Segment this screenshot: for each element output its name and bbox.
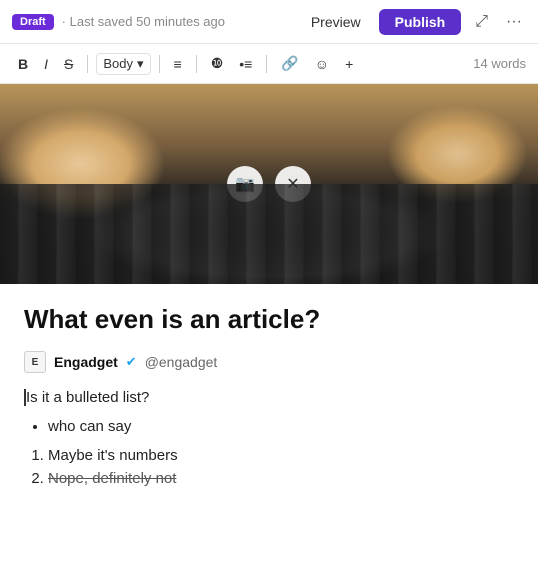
more-options-button[interactable]: ··· <box>502 9 526 35</box>
format-bar: B I S Body ▾ ≡ ❿ •≡ 🔗 ☺ + 14 words <box>0 44 538 84</box>
image-overlay: 📷 ✕ <box>0 84 538 284</box>
remove-image-button[interactable]: ✕ <box>275 166 311 202</box>
block-type-select[interactable]: Body ▾ <box>96 53 150 75</box>
verified-icon: ✔ <box>126 354 137 370</box>
fullscreen-button[interactable]: ⤢ <box>471 9 492 35</box>
more-icon: ··· <box>506 13 522 30</box>
divider-2 <box>159 55 160 73</box>
plus-icon: + <box>345 56 353 72</box>
emoji-button[interactable]: ☺ <box>309 53 335 75</box>
list-item[interactable]: Maybe it's numbers <box>48 447 514 464</box>
top-bar-right: Preview Publish ⤢ ··· <box>303 9 526 35</box>
link-button[interactable]: 🔗 <box>275 52 304 75</box>
hero-image: 📷 ✕ <box>0 84 538 284</box>
saved-status: · Last saved 50 minutes ago <box>62 14 225 29</box>
ordered-list-button[interactable]: ❿ <box>205 52 230 75</box>
top-bar-left: Draft · Last saved 50 minutes ago <box>12 14 225 30</box>
author-row: E Engadget ✔ @engadget <box>24 351 514 373</box>
strikethrough-text: Nope, definitely not <box>48 470 176 487</box>
block-type-label: Body <box>103 56 133 71</box>
author-name: Engadget <box>54 354 118 370</box>
list-item[interactable]: who can say <box>48 418 514 435</box>
camera-icon: 📷 <box>235 174 255 194</box>
emoji-icon: ☺ <box>315 56 329 72</box>
divider-3 <box>196 55 197 73</box>
list-item[interactable]: Nope, definitely not <box>48 470 514 487</box>
align-icon: ≡ <box>174 56 182 72</box>
author-logo: E <box>24 351 46 373</box>
fullscreen-icon: ⤢ <box>475 13 488 30</box>
add-block-button[interactable]: + <box>339 53 359 75</box>
strikethrough-button[interactable]: S <box>58 53 79 75</box>
unordered-list-button[interactable]: •≡ <box>233 53 258 75</box>
ul-icon: •≡ <box>239 56 252 72</box>
divider-4 <box>266 55 267 73</box>
content-area: What even is an article? E Engadget ✔ @e… <box>0 284 538 519</box>
text-align-button[interactable]: ≡ <box>168 53 188 75</box>
top-bar: Draft · Last saved 50 minutes ago Previe… <box>0 0 538 44</box>
word-count: 14 words <box>473 56 526 71</box>
chevron-down-icon: ▾ <box>137 56 144 72</box>
close-icon: ✕ <box>286 174 299 194</box>
ol-icon: ❿ <box>211 55 224 71</box>
author-handle: @engadget <box>145 354 218 370</box>
link-icon: 🔗 <box>281 55 298 71</box>
bold-button[interactable]: B <box>12 53 34 75</box>
intro-text[interactable]: Is it a bulleted list? <box>24 389 514 406</box>
bullet-list: who can say <box>48 418 514 435</box>
article-title[interactable]: What even is an article? <box>24 304 514 335</box>
divider-1 <box>87 55 88 73</box>
preview-button[interactable]: Preview <box>303 10 369 34</box>
draft-badge: Draft <box>12 14 54 30</box>
publish-button[interactable]: Publish <box>379 9 462 35</box>
replace-image-button[interactable]: 📷 <box>227 166 263 202</box>
italic-button[interactable]: I <box>38 53 54 75</box>
numbered-list: Maybe it's numbers Nope, definitely not <box>48 447 514 487</box>
